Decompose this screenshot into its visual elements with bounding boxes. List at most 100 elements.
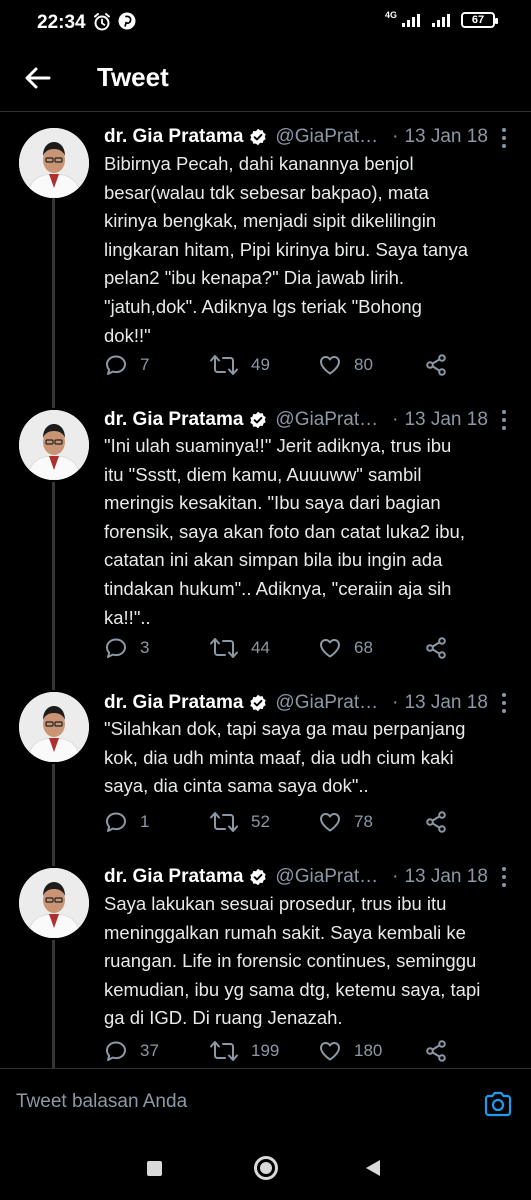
more-vertical-icon[interactable] xyxy=(496,865,512,889)
like-count: 68 xyxy=(354,638,373,657)
share-button[interactable] xyxy=(424,807,448,837)
tweet-line: lingkaran hitam, Pipi kirinya biru. Saya… xyxy=(104,238,469,260)
reply-icon xyxy=(106,812,126,832)
tweet-line: "jatuh,dok". Adiknya lgs teriak "Bohong xyxy=(104,295,422,317)
share-icon xyxy=(426,811,446,833)
reply-button[interactable]: 1 xyxy=(104,807,149,837)
retweet-count: 44 xyxy=(251,638,270,657)
tweet-text: Bibirnya Pecah, dahi kanannya benjol bes… xyxy=(104,150,509,350)
tweet-line: dok!!" xyxy=(104,324,151,346)
like-count: 80 xyxy=(354,355,373,374)
reply-count: 37 xyxy=(140,1041,159,1060)
verified-icon xyxy=(250,694,267,712)
tweet-line: "Ini ulah suaminya!!" Jerit adiknya, tru… xyxy=(104,435,452,456)
thread-line xyxy=(52,940,55,1068)
reply-icon xyxy=(106,355,126,375)
heart-icon xyxy=(320,356,340,375)
tweet-text: Saya lakukan sesuai prosedur, trus ibu i… xyxy=(104,890,509,1033)
retweet-icon xyxy=(210,355,238,375)
author-handle: @GiaPrat… xyxy=(275,126,379,147)
retweet-icon xyxy=(210,812,238,832)
signal-icon xyxy=(402,14,420,27)
tweet-date[interactable]: 13 Jan 18 xyxy=(404,692,487,714)
recents-button[interactable] xyxy=(147,1161,162,1176)
network-type: 4G xyxy=(384,10,397,20)
tweet-actions: 37 199 180 xyxy=(104,1036,474,1066)
page-title: Tweet xyxy=(97,62,169,92)
reply-icon xyxy=(106,1041,126,1061)
tweet-actions: 7 49 80 xyxy=(104,350,474,380)
status-bar: 22:34 4G 67 xyxy=(0,0,531,48)
tweet-line: Bibirnya Pecah, dahi kanannya benjol xyxy=(104,153,414,174)
retweet-icon xyxy=(210,1041,238,1061)
tweet-date[interactable]: 13 Jan 18 xyxy=(404,126,487,148)
tweet-line: tindakan hukum".. Adiknya, "ceraiin aja … xyxy=(104,577,452,599)
avatar[interactable] xyxy=(19,692,89,762)
tweet-line: kok, dia udh minta maaf, dia udh cium ka… xyxy=(104,746,454,768)
header: Tweet xyxy=(0,48,531,112)
tweet-line: pelan2 "ibu kenapa?" Dia jawab lirih. xyxy=(104,267,405,289)
reply-button[interactable]: 37 xyxy=(104,1036,159,1066)
separator-dot: · xyxy=(392,866,399,887)
tweet-text: "Ini ulah suaminya!!" Jerit adiknya, tru… xyxy=(104,432,509,632)
alarm-icon xyxy=(94,13,110,31)
battery-icon: 67 xyxy=(461,12,498,28)
tweet-line: ga di IGD. Di ruang Jenazah. xyxy=(104,1007,343,1029)
share-button[interactable] xyxy=(424,350,448,380)
status-time: 22:34 xyxy=(37,12,86,33)
tweet-line: meringis kesakitan. "Ibu saya dari bagia… xyxy=(104,492,441,514)
like-button[interactable]: 78 xyxy=(318,807,373,837)
author-name[interactable]: dr. Gia Pratama xyxy=(104,409,243,431)
retweet-button[interactable]: 44 xyxy=(209,633,270,663)
author-handle: @GiaPrat… xyxy=(275,409,379,430)
thread-line xyxy=(52,482,55,690)
heart-icon xyxy=(320,1042,340,1061)
reply-input[interactable] xyxy=(16,1091,456,1113)
back-button[interactable] xyxy=(22,62,54,94)
retweet-button[interactable]: 49 xyxy=(209,350,270,380)
reply-icon xyxy=(106,638,126,658)
reply-count: 1 xyxy=(140,812,150,831)
verified-icon xyxy=(250,868,267,886)
avatar[interactable] xyxy=(19,128,89,198)
reply-count: 7 xyxy=(140,355,150,374)
more-vertical-icon[interactable] xyxy=(496,126,512,150)
author-name[interactable]: dr. Gia Pratama xyxy=(104,692,243,714)
author-handle: @GiaPrat… xyxy=(275,692,379,713)
tweet-date[interactable]: 13 Jan 18 xyxy=(404,866,487,888)
tweet-line: itu "Ssstt, diem kamu, Auuuww" sambil xyxy=(104,463,422,485)
retweet-button[interactable]: 199 xyxy=(209,1036,279,1066)
thread-line xyxy=(52,198,55,408)
avatar[interactable] xyxy=(19,868,89,938)
tweet-line: Saya lakukan sesuai prosedur, trus ibu i… xyxy=(104,893,447,914)
retweet-count: 52 xyxy=(251,812,270,831)
verified-icon xyxy=(250,128,267,146)
tweet-actions: 1 52 78 xyxy=(104,807,474,837)
separator-dot: · xyxy=(392,409,399,430)
system-back-button[interactable] xyxy=(366,1160,380,1176)
home-button[interactable] xyxy=(254,1156,278,1180)
reply-button[interactable]: 3 xyxy=(104,633,149,663)
more-vertical-icon[interactable] xyxy=(496,691,512,715)
avatar[interactable] xyxy=(19,410,89,480)
share-icon xyxy=(426,354,446,376)
retweet-icon xyxy=(210,638,238,658)
author-name[interactable]: dr. Gia Pratama xyxy=(104,126,243,148)
retweet-count: 199 xyxy=(251,1041,280,1060)
separator-dot: · xyxy=(392,692,399,713)
share-button[interactable] xyxy=(424,1036,448,1066)
separator-dot: · xyxy=(392,126,399,147)
tweet-date[interactable]: 13 Jan 18 xyxy=(404,409,487,431)
more-vertical-icon[interactable] xyxy=(496,408,512,432)
like-button[interactable]: 180 xyxy=(318,1036,382,1066)
camera-icon[interactable] xyxy=(483,1090,513,1118)
retweet-button[interactable]: 52 xyxy=(209,807,270,837)
like-button[interactable]: 68 xyxy=(318,633,373,663)
reply-count: 3 xyxy=(140,638,150,657)
like-button[interactable]: 80 xyxy=(318,350,373,380)
share-button[interactable] xyxy=(424,633,448,663)
retweet-count: 49 xyxy=(251,355,270,374)
reply-button[interactable]: 7 xyxy=(104,350,149,380)
author-name[interactable]: dr. Gia Pratama xyxy=(104,866,243,888)
tweet-text: "Silahkan dok, tapi saya ga mau perpanja… xyxy=(104,715,509,801)
